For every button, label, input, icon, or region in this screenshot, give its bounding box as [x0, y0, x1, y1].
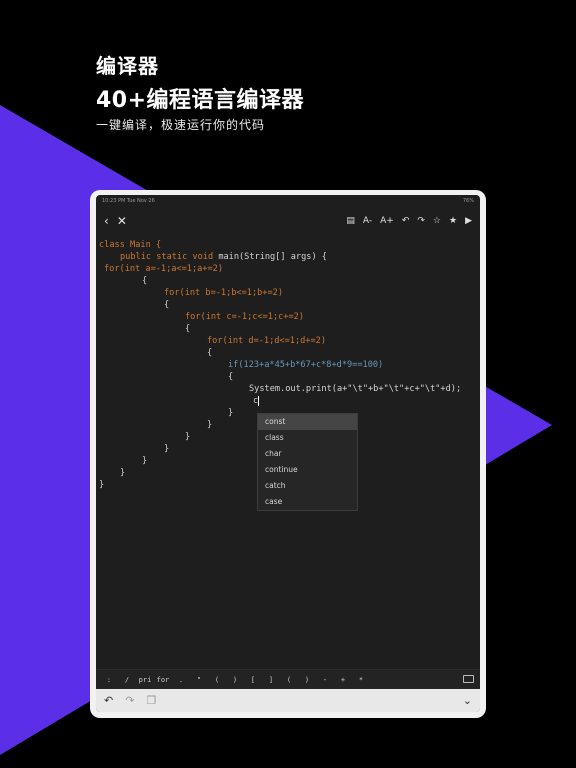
symbol-key[interactable]: " [190, 676, 208, 684]
symbol-key[interactable]: ) [298, 676, 316, 684]
play-icon[interactable]: ▶ [465, 216, 472, 226]
code-line: for(int d=-1;d<=1;d+=2) [207, 336, 326, 346]
code-line: } [120, 468, 126, 478]
code-line: } [228, 408, 234, 418]
code-line: if(123+a*45+b*67+c*8+d*9==100) [228, 360, 384, 370]
code-line: } [164, 444, 170, 454]
code-line: { [142, 276, 148, 286]
autocomplete-item[interactable]: class [258, 430, 357, 446]
code-line: { [185, 324, 191, 334]
code-line: } [207, 420, 213, 430]
symbol-key[interactable]: ( [280, 676, 298, 684]
symbol-key[interactable]: : [100, 676, 118, 684]
code-line: { [164, 300, 170, 310]
code-line: class Main { [99, 240, 162, 250]
code-line-current: c [253, 395, 260, 406]
promo-title-big: 40+编程语言编译器 [96, 88, 305, 113]
close-icon[interactable]: ✕ [117, 215, 127, 227]
code-line: for(int c=-1;c<=1;c+=2) [185, 312, 304, 322]
symbol-key[interactable]: [ [244, 676, 262, 684]
redo-icon[interactable]: ↷ [417, 216, 425, 226]
copy-icon[interactable]: ❐ [146, 694, 156, 707]
status-time: 10:23 PM Tue Nov 26 [102, 198, 155, 204]
editor-toolbar: ‹ ✕ ▤ A- A+ ↶ ↷ ☆ ★ ▶ [96, 209, 480, 233]
font-decrease-button[interactable]: A- [363, 216, 372, 226]
text-cursor [258, 395, 260, 406]
symbol-key[interactable]: ] [262, 676, 280, 684]
document-icon[interactable]: ▤ [346, 216, 355, 226]
symbol-key[interactable]: + [334, 676, 352, 684]
code-line: public static void main(String[] args) { [120, 252, 327, 262]
symbol-key[interactable]: for [154, 676, 172, 684]
autocomplete-item[interactable]: char [258, 446, 357, 462]
status-bar: 10:23 PM Tue Nov 26 76% [96, 195, 480, 207]
chevron-down-icon[interactable]: ⌄ [463, 694, 472, 707]
autocomplete-item[interactable]: catch [258, 478, 357, 494]
promo-subtitle: 一键编译，极速运行你的代码 [96, 118, 266, 132]
symbol-bar: : / pri for . " ( ) [ ] ( ) - + * [96, 669, 480, 689]
autocomplete-item[interactable]: continue [258, 462, 357, 478]
redo-icon[interactable]: ↷ [125, 694, 134, 707]
code-line: System.out.print(a+"\t"+b+"\t"+c+"\t"+d)… [249, 384, 462, 394]
autocomplete-item[interactable]: const [258, 414, 357, 430]
symbol-key[interactable]: - [316, 676, 334, 684]
code-line: } [185, 432, 191, 442]
chevron-left-icon[interactable]: ‹ [104, 215, 109, 227]
star-outline-icon[interactable]: ☆ [433, 216, 441, 226]
autocomplete-item[interactable]: case [258, 494, 357, 510]
keyboard-icon[interactable] [463, 675, 474, 683]
code-line: } [142, 456, 148, 466]
symbol-key[interactable]: ( [208, 676, 226, 684]
code-line: for(int a=-1;a<=1;a+=2) [104, 264, 223, 274]
status-battery: 76% [462, 198, 474, 204]
symbol-key[interactable]: * [352, 676, 370, 684]
symbol-key[interactable]: ) [226, 676, 244, 684]
code-line: for(int b=-1;b<=1;b+=2) [164, 288, 283, 298]
symbol-key[interactable]: / [118, 676, 136, 684]
promo-title-small: 编译器 [96, 54, 159, 78]
bottom-bar: ↶ ↷ ❐ ⌄ [96, 689, 480, 712]
undo-icon[interactable]: ↶ [104, 694, 113, 707]
autocomplete-popup: const class char continue catch case [257, 413, 358, 511]
tablet-frame: 10:23 PM Tue Nov 26 76% ‹ ✕ ▤ A- A+ ↶ ↷ … [90, 190, 486, 718]
code-line: { [207, 348, 213, 358]
star-filled-icon[interactable]: ★ [449, 216, 457, 226]
code-line: } [99, 480, 105, 490]
editor-screen: 10:23 PM Tue Nov 26 76% ‹ ✕ ▤ A- A+ ↶ ↷ … [96, 195, 480, 712]
symbol-key[interactable]: pri [136, 676, 154, 684]
code-line: { [228, 372, 234, 382]
font-increase-button[interactable]: A+ [380, 216, 394, 226]
undo-icon[interactable]: ↶ [402, 216, 410, 226]
symbol-key[interactable]: . [172, 676, 190, 684]
